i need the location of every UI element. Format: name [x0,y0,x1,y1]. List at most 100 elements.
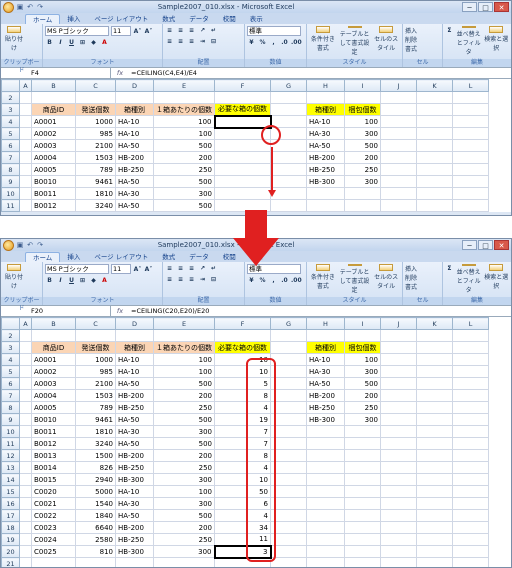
cell[interactable] [19,175,32,188]
cell[interactable] [452,473,489,486]
cell[interactable] [380,509,417,522]
cell[interactable] [380,341,417,354]
row-header[interactable]: 4 [1,115,20,128]
underline-button[interactable]: U [67,38,76,47]
cell[interactable] [19,139,32,152]
tab-insert[interactable]: 挿入 [60,14,87,24]
formula-input[interactable]: =CEILING(C4,E4)/E4 [129,69,197,77]
shrink-font-icon[interactable]: A˅ [144,265,153,274]
cell[interactable]: B0015 [31,473,76,486]
cell[interactable]: B0010 [31,413,76,426]
cell[interactable]: HA-10 [115,365,154,378]
column-header[interactable]: J [380,317,417,330]
cell[interactable]: C0020 [31,485,76,498]
cell[interactable] [452,115,489,128]
cell[interactable] [306,533,345,546]
column-header[interactable]: D [115,79,154,92]
row-header[interactable]: 10 [1,425,20,438]
cell[interactable] [19,545,32,558]
cell[interactable] [19,461,32,474]
cell[interactable] [416,91,453,104]
cell[interactable] [270,91,307,104]
cell[interactable]: 300 [153,473,215,486]
cell[interactable] [380,545,417,558]
cell[interactable] [380,175,417,188]
cell[interactable] [344,329,381,342]
cell[interactable]: 250 [153,163,215,176]
cell[interactable]: B0010 [31,175,76,188]
cell[interactable]: HB-200 [115,389,154,402]
indent-icon[interactable]: ⇥ [198,37,207,46]
cell[interactable] [452,91,489,104]
cell[interactable] [270,341,307,354]
cell[interactable] [344,521,381,534]
indent-icon[interactable]: ⇥ [198,275,207,284]
cell[interactable] [416,151,453,164]
header-boxes-needed[interactable]: 必要な箱の個数 [214,341,271,354]
cell[interactable] [416,425,453,438]
cell[interactable] [416,199,453,212]
cell[interactable]: HA-30 [306,365,345,378]
cell[interactable] [19,509,32,522]
cell[interactable]: HB-250 [306,163,345,176]
lookup-header-box-type[interactable]: 箱種別 [306,341,345,354]
cell[interactable]: 2940 [75,473,116,486]
cell[interactable]: B0012 [31,199,76,212]
cell[interactable] [19,497,32,510]
cell[interactable]: HB-200 [306,151,345,164]
cell[interactable] [380,115,417,128]
close-button[interactable]: ✕ [494,2,509,12]
cell[interactable] [380,353,417,366]
cell[interactable] [19,353,32,366]
cell[interactable] [416,461,453,474]
delete-button[interactable]: 削除 [405,35,440,44]
cell[interactable] [380,139,417,152]
minimize-button[interactable]: ─ [462,240,477,250]
formula-input[interactable]: =CEILING(C20,E20)/E20 [129,307,209,315]
row-header[interactable]: 3 [1,341,20,354]
row-header[interactable]: 3 [1,103,20,116]
column-header[interactable]: C [75,79,116,92]
close-button[interactable]: ✕ [494,240,509,250]
cell[interactable] [306,509,345,522]
cell[interactable]: 1000 [75,353,116,366]
autosum-icon[interactable]: Σ [445,26,454,35]
cell[interactable] [380,151,417,164]
cell[interactable]: B0013 [31,449,76,462]
merge-icon[interactable]: ⊟ [209,37,218,46]
cell[interactable]: 1500 [75,449,116,462]
row-header[interactable]: 15 [1,485,20,498]
cell[interactable]: C0023 [31,521,76,534]
wrap-text-icon[interactable]: ↵ [209,264,218,273]
cell[interactable] [31,557,76,567]
cell[interactable]: 100 [153,115,215,128]
cell[interactable]: HB-200 [115,151,154,164]
cell[interactable]: 500 [153,199,215,212]
cell[interactable]: 500 [153,413,215,426]
cell[interactable] [380,437,417,450]
column-header[interactable]: L [452,317,489,330]
cell[interactable] [19,389,32,402]
column-header[interactable]: I [344,79,381,92]
column-header[interactable]: H [306,317,345,330]
border-icon[interactable]: ⊞ [78,276,87,285]
cell[interactable]: 300 [153,497,215,510]
cell[interactable] [380,91,417,104]
cell[interactable]: 100 [153,365,215,378]
increase-decimal-icon[interactable]: .0 [280,276,289,285]
cell[interactable]: 500 [153,377,215,390]
cell[interactable] [452,365,489,378]
fill-color-icon[interactable]: ◆ [89,276,98,285]
row-header[interactable]: 16 [1,497,20,510]
align-left-icon[interactable]: ≡ [165,37,174,46]
cell[interactable]: HA-10 [306,353,345,366]
cell[interactable] [380,199,417,212]
cell[interactable]: HA-50 [306,139,345,152]
cell[interactable]: C0021 [31,497,76,510]
cell[interactable] [270,557,307,567]
cell[interactable] [452,449,489,462]
currency-icon[interactable]: ¥ [247,276,256,285]
cell[interactable] [306,199,345,212]
cell[interactable]: HA-10 [115,485,154,498]
cell[interactable] [214,139,271,152]
